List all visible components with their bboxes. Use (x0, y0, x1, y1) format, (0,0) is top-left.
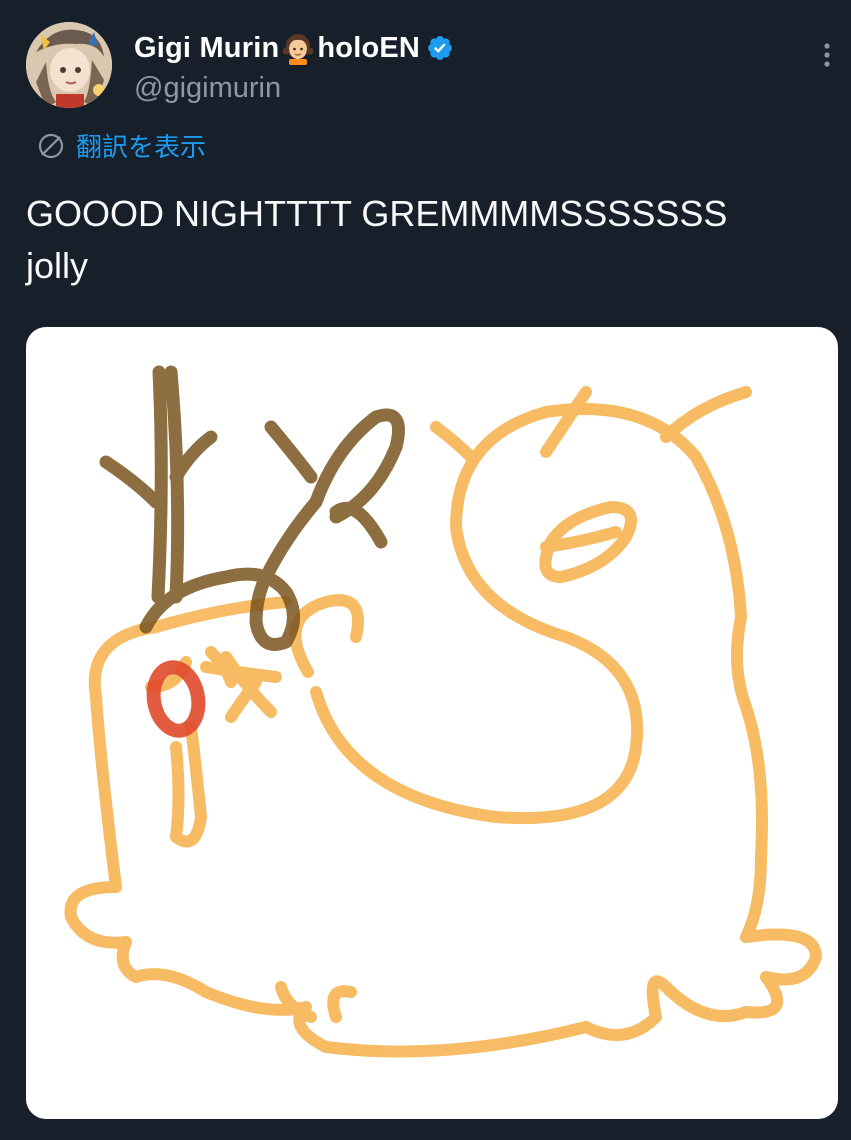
tweet: Gigi Murin holoEN @gigimurin 翻訳を表示 GOOOD… (0, 0, 851, 1140)
author-handle[interactable]: @gigimurin (134, 72, 454, 105)
author-names: Gigi Murin holoEN @gigimurin (134, 28, 454, 105)
show-translation-link[interactable]: 翻訳を表示 (36, 127, 206, 164)
girl-emoji-icon (281, 31, 315, 65)
display-name-row[interactable]: Gigi Murin holoEN (134, 28, 454, 68)
more-options-icon[interactable] (818, 40, 836, 70)
tweet-text: GOOOD NIGHTTTT GREMMMMSSSSSSS jolly (26, 193, 728, 286)
verified-badge-icon[interactable] (426, 34, 454, 62)
globe-icon (38, 133, 64, 158)
gremlin-drawing (64, 365, 822, 1058)
show-translation-label[interactable]: 翻訳を表示 (76, 127, 206, 164)
display-name-suffix[interactable]: holoEN (317, 32, 420, 65)
tweet-image[interactable] (26, 327, 838, 1119)
avatar[interactable] (26, 22, 112, 108)
tweet-header: Gigi Murin holoEN @gigimurin (26, 22, 836, 112)
display-name[interactable]: Gigi Murin (134, 32, 279, 65)
